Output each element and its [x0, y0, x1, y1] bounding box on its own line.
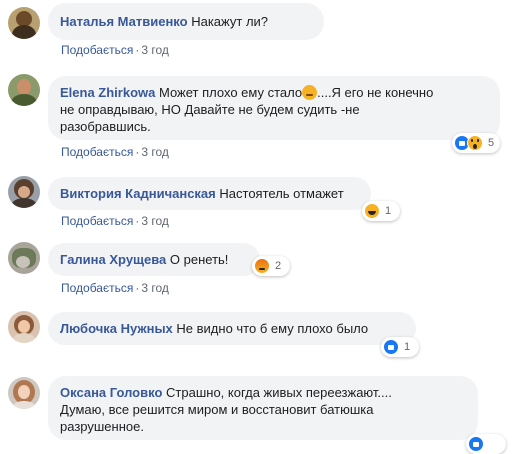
timestamp[interactable]: 3 год [141, 43, 169, 57]
comment-text: Не видно что б ему плохо было [176, 321, 369, 336]
comment-text: разобравшись. [60, 119, 151, 134]
haha-icon [364, 203, 380, 219]
comment-author[interactable]: Elena Zhirkowa [60, 85, 155, 100]
like-link[interactable]: Подобається [61, 281, 133, 295]
comment-bubble: Галина Хрущева О ренеть! [48, 243, 260, 276]
comment-author[interactable]: Галина Хрущева [60, 252, 166, 267]
avatar[interactable] [8, 7, 40, 39]
reactions-summary[interactable]: 1 [362, 201, 400, 221]
smile-emoji-icon [302, 85, 318, 100]
like-link[interactable]: Подобається [61, 43, 133, 57]
reactions-summary[interactable]: 1 [381, 337, 419, 357]
wow-icon [467, 135, 483, 151]
avatar[interactable] [8, 74, 40, 106]
comment-actions: Подобається · 3 год [61, 280, 169, 296]
comment-text: ....Я его не конечно [317, 85, 434, 100]
comment-bubble: Виктория Кадничанская Настоятель отмажет [48, 177, 371, 210]
avatar[interactable] [8, 311, 40, 343]
reaction-count: 1 [404, 341, 411, 353]
reactions-summary[interactable]: 2 [252, 256, 290, 276]
comment-author[interactable]: Любочка Нужных [60, 321, 173, 336]
timestamp[interactable]: 3 год [141, 281, 169, 295]
timestamp[interactable]: 3 год [141, 214, 169, 228]
timestamp[interactable]: 3 год [141, 145, 169, 159]
reactions-summary[interactable]: 5 [452, 133, 500, 153]
comment-author[interactable]: Виктория Кадничанская [60, 186, 216, 201]
reaction-count: 5 [488, 137, 495, 149]
comment-text: Настоятель отмажет [219, 186, 344, 201]
comment-author[interactable]: Наталья Матвиенко [60, 14, 188, 29]
avatar[interactable] [8, 242, 40, 274]
reaction-count: 1 [385, 205, 392, 217]
reactions-summary[interactable] [466, 434, 506, 454]
comment-actions: Подобається · 3 год [61, 144, 169, 160]
like-icon [468, 436, 484, 452]
comment-text: разрушенное. [60, 419, 144, 434]
comment-author[interactable]: Оксана Головко [60, 385, 162, 400]
comment-bubble: Оксана Головко Страшно, когда живых пере… [48, 376, 478, 440]
like-icon [383, 339, 399, 355]
like-link[interactable]: Подобається [61, 214, 133, 228]
comment-actions: Подобається · 3 год [61, 42, 169, 58]
comment-text: Может плохо ему стало [159, 85, 303, 100]
comment-text: не оправдываю, НО Давайте не будем судит… [60, 102, 360, 117]
reaction-count: 2 [275, 260, 282, 272]
comment-bubble: Наталья Матвиенко Накажут ли? [48, 3, 324, 40]
comment-bubble: Любочка Нужных Не видно что б ему плохо … [48, 312, 416, 345]
comment-text: Думаю, все решится миром и восстановит б… [60, 402, 374, 417]
like-link[interactable]: Подобається [61, 145, 133, 159]
comment-text: Накажут ли? [191, 14, 269, 29]
avatar[interactable] [8, 176, 40, 208]
avatar[interactable] [8, 377, 40, 409]
comment-actions: Подобається · 3 год [61, 213, 169, 229]
angry-icon [254, 258, 270, 274]
comment-text: Страшно, когда живых переезжают.... [166, 385, 392, 400]
comment-text: О ренеть! [169, 252, 229, 267]
comment-bubble: Elena Zhirkowa Может плохо ему стало....… [48, 76, 500, 140]
